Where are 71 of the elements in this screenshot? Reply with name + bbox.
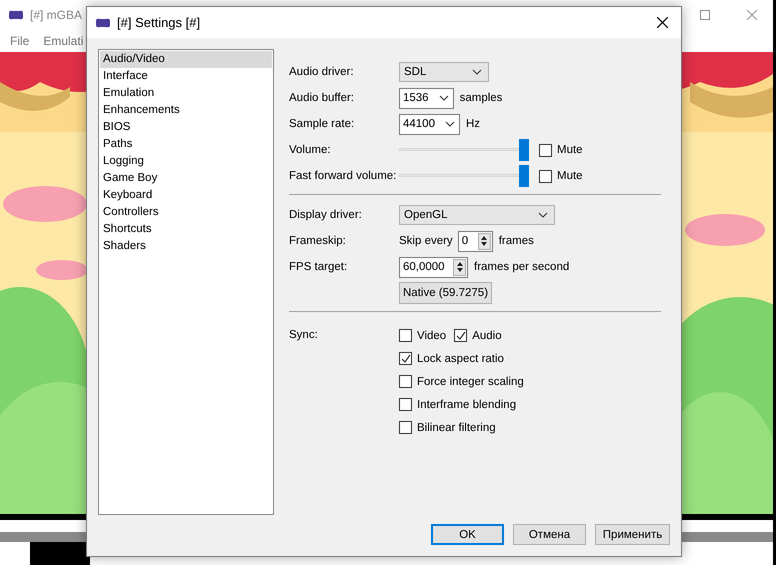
checkbox-label: Lock aspect ratio	[417, 352, 504, 364]
category-item[interactable]: Controllers	[100, 204, 272, 221]
field-label: Sample rate:	[289, 118, 356, 130]
close-icon	[656, 17, 668, 28]
category-item[interactable]: Logging	[100, 153, 272, 170]
checkbox-label: Bilinear filtering	[417, 422, 496, 434]
combo-field[interactable]: 44100	[399, 114, 460, 134]
unit-label: frames per second	[474, 261, 570, 273]
checkbox[interactable]	[454, 329, 468, 342]
dialog-button[interactable]: OK	[431, 524, 504, 545]
console-icon	[95, 18, 111, 28]
unit-label: Hz	[466, 118, 480, 130]
field-label: Volume:	[289, 144, 332, 156]
dialog-button[interactable]: Применить	[595, 524, 670, 545]
checkbox[interactable]	[539, 144, 552, 156]
checkbox-label: Audio	[472, 330, 502, 342]
console-icon	[8, 10, 24, 20]
volume-slider[interactable]	[399, 165, 529, 187]
dropdown[interactable]: OpenGL	[399, 205, 555, 225]
field-label: FPS target:	[289, 261, 348, 273]
chevron-icon	[438, 95, 449, 101]
dropdown[interactable]: SDL	[399, 62, 489, 82]
spin-arrows-icon	[480, 235, 488, 247]
checkbox[interactable]	[399, 375, 412, 388]
spin-field[interactable]: 0	[458, 230, 493, 252]
checkbox[interactable]	[399, 421, 412, 434]
spin-field[interactable]: 60,0000	[399, 256, 468, 278]
category-item[interactable]: Interface	[100, 68, 272, 85]
category-item[interactable]: Shortcuts	[100, 221, 272, 238]
checkbox[interactable]	[399, 352, 412, 365]
checkmark-icon	[456, 330, 466, 340]
category-item[interactable]: Keyboard	[100, 187, 272, 204]
checkbox[interactable]	[399, 398, 412, 411]
combo-field[interactable]: 1536	[399, 88, 454, 108]
unit-label: samples	[460, 92, 502, 104]
field-label: Fast forward volume:	[289, 170, 398, 182]
category-item[interactable]: Shaders	[100, 238, 272, 255]
window-title: [#] mGBA	[30, 8, 82, 22]
dialog-title: [#] Settings [#]	[117, 15, 200, 30]
checkbox[interactable]	[539, 170, 552, 182]
chevron-icon	[472, 69, 482, 75]
volume-slider[interactable]	[399, 139, 529, 161]
checkmark-icon	[400, 354, 410, 364]
spin-arrows-icon	[456, 261, 464, 273]
close-icon	[747, 10, 757, 20]
native-button[interactable]: Native (59.7275)	[399, 282, 492, 304]
checkbox-label: Mute	[557, 170, 583, 182]
category-item[interactable]: Game Boy	[100, 170, 272, 187]
menu-item[interactable]: Emulati	[36, 34, 90, 48]
category-item[interactable]: Emulation	[100, 85, 272, 102]
chevron-icon	[444, 121, 455, 127]
maximize-icon	[700, 10, 710, 20]
chevron-icon	[538, 212, 548, 218]
unit-label: frames	[498, 235, 534, 247]
dialog-button[interactable]: Отмена	[513, 524, 586, 545]
checkbox-label: Force integer scaling	[417, 376, 524, 388]
category-item[interactable]: Paths	[100, 136, 272, 153]
checkbox-label: Interframe blending	[417, 398, 516, 410]
field-label: Sync:	[289, 328, 319, 343]
checkbox-label: Video	[417, 330, 446, 342]
field-label: Audio buffer:	[289, 92, 356, 104]
category-item[interactable]: BIOS	[100, 119, 272, 136]
checkbox-label: Mute	[557, 144, 583, 156]
category-item[interactable]: Enhancements	[100, 102, 272, 119]
checkbox[interactable]	[399, 329, 412, 342]
menu-item[interactable]: File	[3, 34, 36, 48]
field-label: Display driver:	[289, 209, 363, 221]
field-label: Frameskip:	[289, 235, 347, 247]
field-label: Audio driver:	[289, 66, 355, 78]
category-item[interactable]: Audio/Video	[100, 51, 272, 68]
prefix-label: Skip every	[399, 235, 453, 247]
